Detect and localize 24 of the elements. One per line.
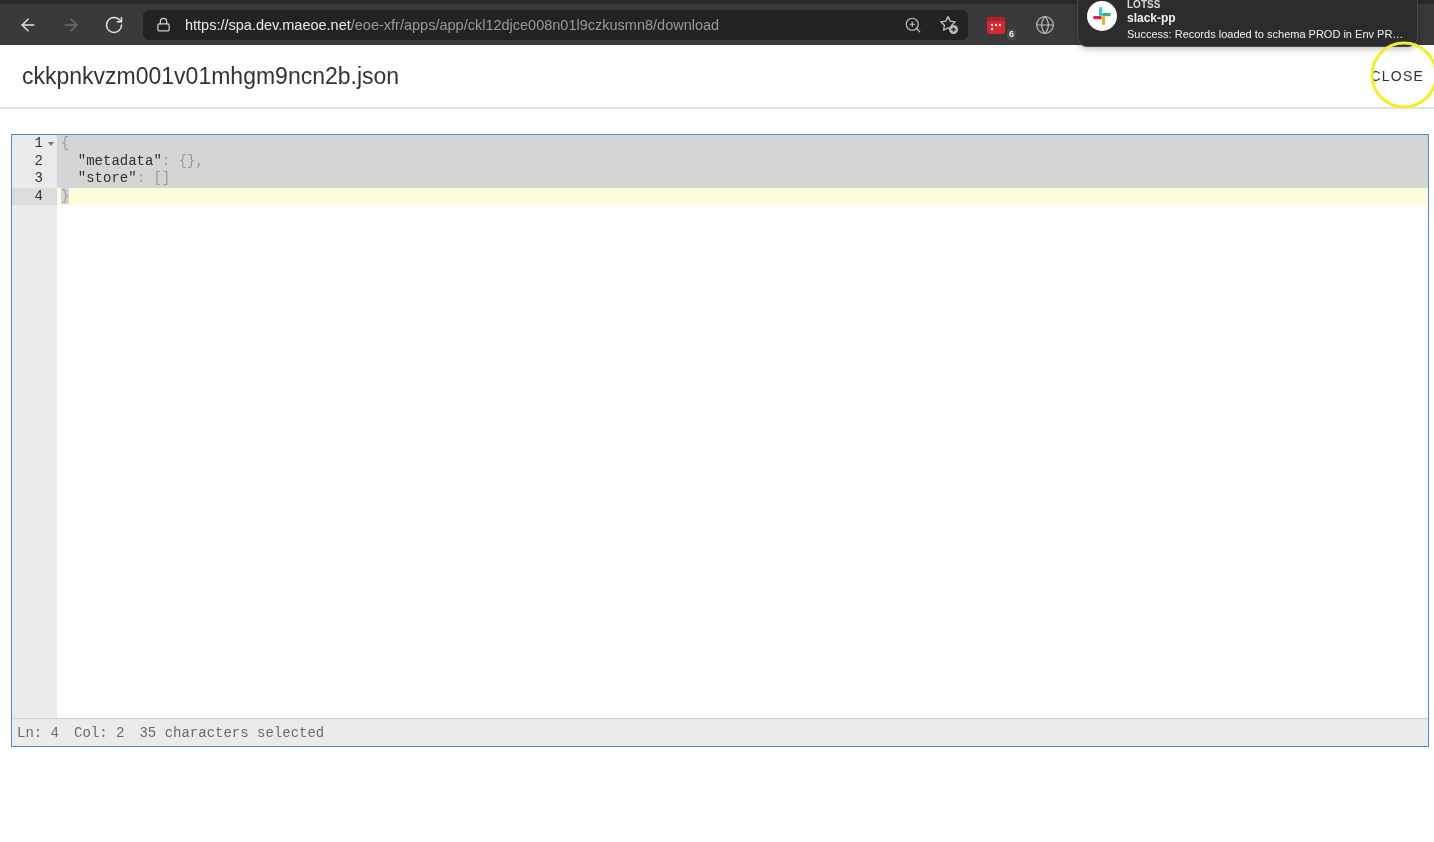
count-badge: 6 <box>1007 28 1016 40</box>
url-text: https://spa.dev.maeoe.net/eoe-xfr/apps/app/ckl12djce008n01l9czkusmn8/download <box>185 16 721 33</box>
address-bar[interactable]: https://spa.dev.maeoe.net/eoe-xfr/apps/app/ckl12djce008n01l9czkusmn8/download <box>143 9 968 40</box>
notification-sender: slack-pp <box>1127 11 1177 25</box>
fold-caret-icon[interactable] <box>47 141 54 146</box>
cursor-line: Ln: 4 <box>17 724 59 741</box>
lock-icon <box>156 17 171 32</box>
reload-icon <box>104 14 124 35</box>
line-number: 3 <box>33 170 44 188</box>
pinwheel-logo-icon <box>1087 1 1117 31</box>
code-editor[interactable]: 1 2 3 4 { "metadata": {}, "store": [] } Ln: 4 Col: 2 35 characters selected <box>11 134 1429 747</box>
notification-card[interactable]: LOTSS slack-pp Success: Records loaded to schema PROD in Env PR… <box>1077 0 1418 47</box>
line-number: 2 <box>33 152 44 170</box>
star-plus-icon[interactable] <box>939 14 959 35</box>
magnifier-plus-icon[interactable] <box>904 15 922 34</box>
globe-icon[interactable] <box>1035 14 1055 35</box>
file-title: ckkpnkvzm001v01mhgm9ncn2b.json <box>22 62 400 90</box>
selection-count: 35 characters selected <box>139 724 325 741</box>
line-number: 1 <box>33 135 44 153</box>
cursor-column: Col: 2 <box>74 724 125 741</box>
calendar-icon[interactable] <box>986 14 1006 35</box>
line-number: 4 <box>12 187 57 205</box>
notification-message: Success: Records loaded to schema PROD in Env PR… <box>1127 27 1404 41</box>
notification-title: LOTSS <box>1127 0 1162 10</box>
